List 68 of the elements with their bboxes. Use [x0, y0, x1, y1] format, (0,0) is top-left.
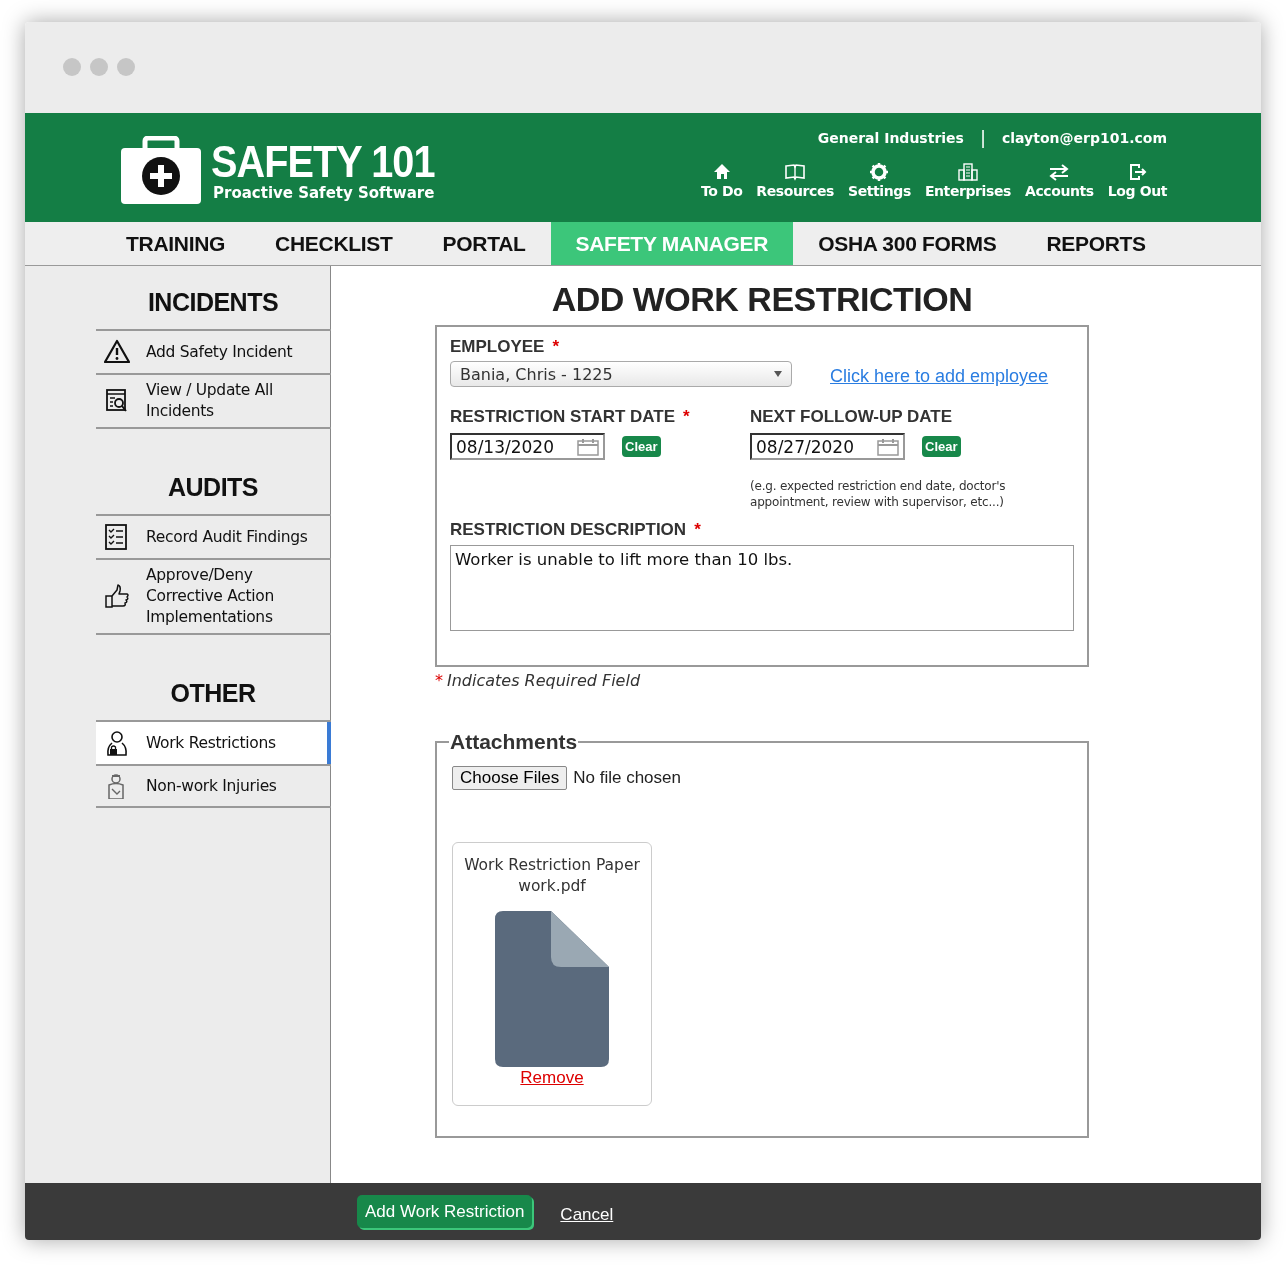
sidebar-item[interactable]: View / Update All Incidents — [96, 373, 331, 429]
header-nav-button[interactable]: Resources — [756, 162, 834, 199]
window-control-dot[interactable] — [90, 57, 108, 76]
field-label: RESTRICTION START DATE — [450, 407, 676, 427]
cancel-link[interactable]: Cancel — [560, 1204, 614, 1225]
required-asterisk: * — [552, 337, 560, 357]
separator-text: | — [979, 127, 986, 148]
nav-tab[interactable]: OSHA 300 FORMS — [793, 222, 1022, 265]
nav-tab[interactable]: CHECKLIST — [250, 222, 418, 265]
field-label: NEXT FOLLOW-UP DATE — [750, 407, 953, 427]
document-icon — [495, 911, 609, 1067]
header-nav-button[interactable]: Enterprises — [924, 162, 1011, 199]
submit-button[interactable]: Add Work Restriction — [357, 1195, 533, 1228]
field-label: EMPLOYEE — [450, 337, 545, 357]
header-nav-button[interactable]: Log Out — [1107, 162, 1167, 199]
calendar-icon — [577, 437, 599, 456]
document-search-icon — [104, 388, 130, 414]
window-control-dot[interactable] — [63, 57, 81, 76]
required-asterisk: * — [694, 520, 701, 540]
first-aid-kit-icon — [121, 135, 201, 206]
header-nav-button[interactable]: To Do — [700, 162, 743, 199]
dropdown-caret-icon — [774, 371, 782, 377]
file-status-text: No file chosen — [573, 768, 681, 788]
thumbs-up-icon — [104, 583, 130, 610]
sidebar-item[interactable]: Approve/Deny Corrective Action Implementations — [96, 558, 331, 635]
clear-button[interactable]: Clear — [622, 436, 661, 457]
building-icon — [957, 162, 978, 182]
section-heading: INCIDENTS — [146, 287, 280, 318]
book-icon — [785, 162, 806, 182]
window-control-dot[interactable] — [117, 57, 135, 76]
warning-icon — [104, 339, 130, 365]
nav-tab[interactable]: TRAINING — [101, 222, 251, 265]
hint-text: (e.g. expected restriction end date, doctor's appointment, review with supervisor, etc...) — [750, 478, 1007, 510]
nav-tab[interactable]: PORTAL — [417, 222, 551, 265]
required-note: Indicates Required Field — [447, 671, 641, 690]
remove-link[interactable]: Remove — [514, 1067, 590, 1089]
sidebar-item[interactable]: Add Safety Incident — [96, 329, 331, 373]
file-name: Work Restriction Paper work.pdf — [463, 855, 641, 897]
choose-files-button[interactable]: Choose Files — [452, 766, 568, 790]
section-heading: AUDITS — [166, 472, 260, 503]
checklist-icon — [104, 524, 130, 550]
sidebar-item[interactable]: Work Restrictions — [96, 720, 331, 764]
date-input-field[interactable]: 08/13/2020 — [450, 433, 605, 460]
sidebar-item[interactable]: Record Audit Findings — [96, 514, 331, 558]
swap-arrows-icon — [1049, 162, 1070, 182]
description-text-area[interactable]: Worker is unable to lift more than 10 lbs. — [450, 545, 1074, 631]
calendar-icon — [877, 437, 899, 456]
section-heading: OTHER — [169, 678, 257, 709]
required-asterisk: * — [683, 407, 690, 427]
clear-button[interactable]: Clear — [922, 436, 961, 457]
header-nav-button[interactable]: Settings — [848, 162, 911, 199]
date-input-field[interactable]: 08/27/2020 — [750, 433, 905, 460]
logo-tagline: Proactive Safety Software — [213, 183, 436, 202]
nav-tab[interactable]: REPORTS — [1021, 222, 1171, 265]
user-email[interactable]: clayton@erp101.com — [1002, 129, 1167, 146]
attachments-legend: Attachments — [449, 730, 579, 754]
logout-icon — [1127, 162, 1148, 182]
company-name[interactable]: General Industries — [817, 129, 964, 146]
required-asterisk: * — [435, 671, 443, 690]
sidebar-item[interactable]: Non-work Injuries — [96, 764, 331, 808]
person-lock-icon — [104, 730, 130, 756]
field-label: RESTRICTION DESCRIPTION — [450, 520, 687, 540]
logo-title: SAFETY 101 — [211, 139, 435, 184]
page-title: ADD WORK RESTRICTION — [550, 280, 974, 319]
employee-dropdown[interactable]: Bania, Chris - 1225 — [450, 361, 792, 387]
header-nav-button[interactable]: Accounts — [1025, 162, 1094, 199]
add-employee-link[interactable]: Click here to add employee — [830, 366, 1049, 387]
settings-icon — [869, 162, 890, 182]
